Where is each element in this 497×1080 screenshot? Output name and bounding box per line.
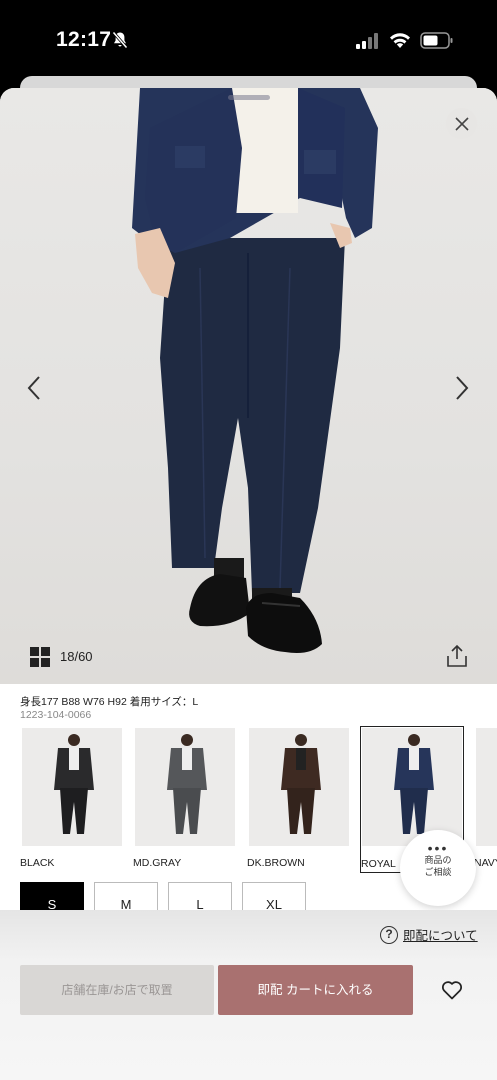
swatch-label: DK.BROWN (247, 857, 305, 869)
color-swatch-md-gray[interactable]: MD.GRAY (133, 726, 237, 873)
status-time: 12:17 (56, 28, 112, 51)
consult-label-line1: 商品の (424, 855, 452, 865)
share-icon[interactable] (445, 644, 469, 668)
bell-muted-icon (112, 31, 128, 49)
product-photo[interactable]: 18/60 (0, 88, 497, 684)
swatch-image (22, 728, 122, 846)
previous-image-icon[interactable] (22, 373, 46, 403)
product-consult-button[interactable]: ••• 商品の ご相談 (400, 830, 476, 906)
cellular-signal-icon (356, 33, 378, 49)
next-image-icon[interactable] (450, 373, 474, 403)
sheet-grabber[interactable] (228, 95, 270, 100)
swatch-pants (287, 788, 315, 834)
swatch-figure (281, 734, 321, 834)
swatch-figure (394, 734, 434, 834)
help-icon: ? (380, 925, 398, 944)
status-bar: 12:17 (0, 0, 497, 80)
swatch-figure (54, 734, 94, 834)
battery-icon (420, 32, 453, 49)
shipping-link[interactable]: 即配について (403, 925, 478, 944)
product-sku: 1223-104-0066 (20, 709, 92, 721)
bottom-action-bar: ? 即配について 店舗在庫/お店で取置 即配 カートに入れる (0, 910, 497, 1080)
color-swatch-dk-brown[interactable]: DK.BROWN (247, 726, 351, 873)
swatch-label: NAVY (474, 857, 497, 869)
swatch-label: BLACK (20, 857, 55, 869)
wifi-icon (390, 33, 410, 48)
color-swatch-black[interactable]: BLACK (20, 726, 124, 873)
add-to-cart-button[interactable]: 即配 カートに入れる (218, 965, 413, 1015)
swatch-image (476, 728, 497, 846)
more-dots-icon: ••• (427, 840, 449, 856)
shipping-info[interactable]: ? 即配について (380, 925, 478, 944)
swatch-pants (173, 788, 201, 834)
swatch-pants (60, 788, 88, 834)
consult-label-line2: ご相談 (424, 867, 452, 877)
grid-view-icon[interactable] (30, 647, 50, 667)
color-swatch-navy[interactable]: NAVY (474, 726, 497, 873)
swatch-label: ROYAL (361, 858, 396, 870)
swatch-image (362, 728, 462, 846)
store-stock-button[interactable]: 店舗在庫/お店で取置 (20, 965, 214, 1015)
model-photo (132, 88, 378, 653)
swatch-figure (167, 734, 207, 834)
close-button[interactable] (446, 108, 477, 139)
product-sheet: 18/60 身長177 B88 W76 H92 着用サイズ：L 1223-104… (0, 88, 497, 1080)
heart-icon[interactable] (441, 980, 463, 1000)
close-icon (454, 116, 469, 131)
model-info: 身長177 B88 W76 H92 着用サイズ：L (20, 696, 199, 708)
swatch-image (135, 728, 235, 846)
swatch-image (249, 728, 349, 846)
swatch-pants (400, 788, 428, 834)
swatch-label: MD.GRAY (133, 857, 182, 869)
image-counter: 18/60 (60, 649, 93, 664)
